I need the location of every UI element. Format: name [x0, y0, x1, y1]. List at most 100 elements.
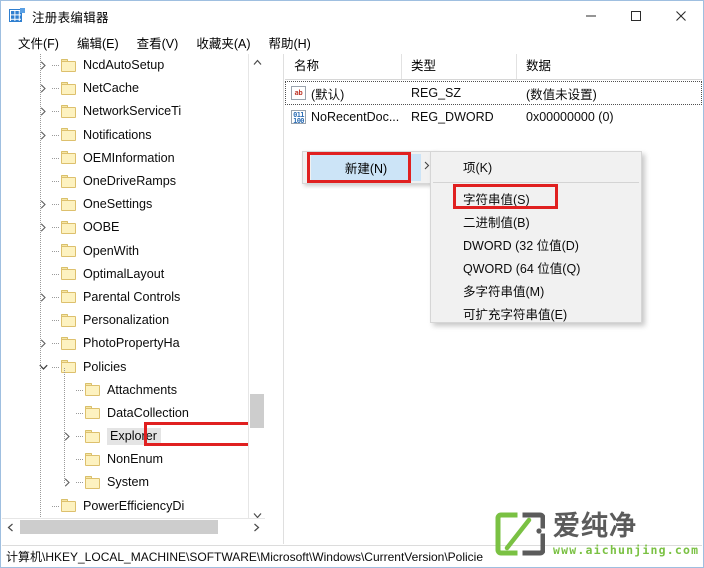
- tree-item-system[interactable]: System: [2, 471, 265, 494]
- tree-item-label: NcdAutoSetup: [83, 58, 165, 73]
- registry-tree-pane[interactable]: NcdAutoSetup NetCache NetworkServiceTi Noti…: [2, 54, 284, 544]
- string-value-icon: ab: [291, 86, 306, 100]
- chevron-right-icon[interactable]: [36, 286, 52, 309]
- close-button[interactable]: [658, 1, 703, 31]
- tree-hscroll-thumb[interactable]: [20, 520, 218, 534]
- chevron-right-icon[interactable]: [248, 519, 265, 536]
- tree-item-label: Parental Controls: [83, 289, 181, 304]
- folder-icon: [61, 499, 78, 513]
- folder-icon: [61, 220, 78, 235]
- submenu-item-multi-string[interactable]: 多字符串值(M): [431, 279, 641, 302]
- watermark-url: www.aichunjing.com: [553, 542, 700, 557]
- submenu-item-key[interactable]: 项(K): [431, 155, 641, 178]
- chevron-right-icon[interactable]: [36, 216, 52, 239]
- tree-no-expander: [36, 170, 52, 193]
- folder-icon: [85, 429, 102, 444]
- tree-item-label: DataCollection: [107, 405, 189, 420]
- menu-favorites[interactable]: 收藏夹(A): [187, 31, 259, 54]
- menu-edit[interactable]: 编辑(E): [68, 31, 128, 54]
- chevron-right-icon[interactable]: [36, 193, 52, 216]
- chevron-down-icon[interactable]: [36, 356, 52, 379]
- column-header-type[interactable]: 类型: [402, 54, 517, 79]
- value-name-text: NoRecentDoc...: [311, 110, 400, 124]
- context-menu-item-new-label: 新建(N): [344, 162, 388, 176]
- chevron-up-icon[interactable]: [249, 54, 266, 71]
- tree-item-personalization[interactable]: Personalization: [2, 309, 265, 332]
- tree-no-expander: [60, 379, 76, 402]
- menu-view[interactable]: 查看(V): [128, 31, 188, 54]
- folder-icon: [61, 197, 78, 212]
- folder-icon: [61, 313, 78, 328]
- tree-item-nonenum[interactable]: NonEnum: [2, 448, 265, 471]
- minimize-button[interactable]: [568, 1, 613, 31]
- tree-connector: [52, 193, 61, 216]
- tree-item-notifications[interactable]: Notifications: [2, 124, 265, 147]
- folder-icon: [61, 104, 78, 119]
- watermark-brand: 爱纯净: [553, 510, 637, 542]
- tree-item-optimallayout[interactable]: OptimalLayout: [2, 263, 265, 286]
- tree-connector: [52, 332, 61, 355]
- menu-file[interactable]: 文件(F): [9, 31, 68, 54]
- submenu-item-binary-value[interactable]: 二进制值(B): [431, 210, 641, 233]
- tree-item-onesettings[interactable]: OneSettings: [2, 193, 265, 216]
- tree-no-expander: [60, 402, 76, 425]
- tree-connector: [52, 263, 61, 286]
- menu-help[interactable]: 帮助(H): [259, 31, 319, 54]
- submenu-item-dword-value[interactable]: DWORD (32 位值(D): [431, 233, 641, 256]
- chevron-right-icon[interactable]: [60, 471, 76, 494]
- submenu-item-expandable-string[interactable]: 可扩充字符串值(E): [431, 302, 641, 325]
- column-header-name[interactable]: 名称: [285, 54, 402, 79]
- tree-item-label: OneSettings: [83, 197, 153, 212]
- chevron-right-icon[interactable]: [36, 124, 52, 147]
- tree-connector: [52, 147, 61, 170]
- registry-editor-window: 注册表编辑器 文件(F) 编辑(E) 查看(V) 收藏夹(A) 帮助(H) Nc…: [0, 0, 704, 568]
- tree-connector: [76, 425, 85, 448]
- folder-icon: [61, 81, 78, 96]
- chevron-right-icon[interactable]: [36, 77, 52, 100]
- table-row[interactable]: 011 100 NoRecentDoc... REG_DWORD 0x000000…: [285, 105, 702, 129]
- chevron-right-icon[interactable]: [60, 425, 76, 448]
- tree-connector: [52, 495, 61, 518]
- context-menu-item-new[interactable]: 新建(N): [311, 154, 421, 181]
- tree-item-label: PhotoPropertyHa: [83, 336, 180, 351]
- chevron-right-icon[interactable]: [36, 332, 52, 355]
- tree-item-parental-controls[interactable]: Parental Controls: [2, 286, 265, 309]
- tree-connector: [52, 286, 61, 309]
- folder-icon: [61, 128, 78, 142]
- tree-item-oeminformation[interactable]: OEMInformation: [2, 147, 265, 170]
- value-data-cell: (数值未设置): [526, 87, 597, 102]
- tree-item-ncdautosetup[interactable]: NcdAutoSetup: [2, 54, 265, 77]
- tree-item-label: Personalization: [83, 313, 170, 328]
- submenu-item-string-value[interactable]: 字符串值(S): [431, 187, 641, 210]
- tree-horizontal-scrollbar[interactable]: [2, 518, 265, 535]
- tree-item-powerefficiencydi[interactable]: PowerEfficiencyDi: [2, 495, 265, 518]
- tree-guide-line: [64, 367, 65, 484]
- tree-vertical-scrollbar[interactable]: [248, 54, 265, 524]
- chevron-left-icon[interactable]: [2, 519, 19, 536]
- tree-connector: [76, 471, 85, 494]
- tree-item-datacollection[interactable]: DataCollection: [2, 402, 265, 425]
- tree-item-photopropertyha[interactable]: PhotoPropertyHa: [2, 332, 265, 355]
- tree-scroll-thumb[interactable]: [250, 394, 264, 428]
- new-submenu[interactable]: 项(K) 字符串值(S) 二进制值(B) DWORD (32 位值(D) QWO…: [430, 151, 642, 323]
- column-header-data[interactable]: 数据: [517, 54, 702, 79]
- registry-tree[interactable]: NcdAutoSetup NetCache NetworkServiceTi Noti…: [2, 54, 265, 524]
- chevron-right-icon[interactable]: [36, 100, 52, 123]
- tree-item-label: Attachments: [107, 382, 177, 397]
- context-menu[interactable]: 新建(N): [302, 151, 437, 184]
- table-row[interactable]: ab (默认) REG_SZ (数值未设置): [285, 81, 702, 105]
- tree-connector: [52, 216, 61, 239]
- tree-item-attachments[interactable]: Attachments: [2, 379, 265, 402]
- folder-icon: [61, 151, 78, 165]
- tree-item-onedriveramps[interactable]: OneDriveRamps: [2, 170, 265, 193]
- tree-item-netcache[interactable]: NetCache: [2, 77, 265, 100]
- submenu-separator: [433, 182, 639, 183]
- tree-item-networkserviceti[interactable]: NetworkServiceTi: [2, 100, 265, 123]
- maximize-button[interactable]: [613, 1, 658, 31]
- chevron-right-icon[interactable]: [36, 54, 52, 77]
- tree-item-explorer[interactable]: Explorer: [2, 425, 265, 448]
- tree-item-openwith[interactable]: OpenWith: [2, 240, 265, 263]
- tree-item-oobe[interactable]: OOBE: [2, 216, 265, 239]
- submenu-item-qword-value[interactable]: QWORD (64 位值(Q): [431, 256, 641, 279]
- tree-item-policies[interactable]: Policies: [2, 355, 265, 378]
